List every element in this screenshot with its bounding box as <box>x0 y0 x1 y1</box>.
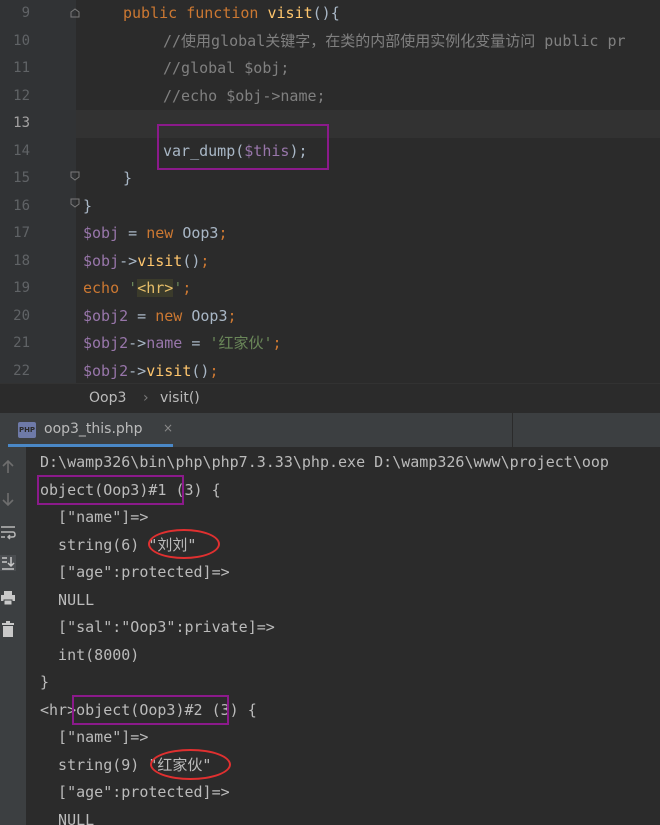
line-number: 19 <box>13 280 30 296</box>
print-icon[interactable] <box>0 590 16 606</box>
code-line: } <box>83 196 93 215</box>
line-number: 16 <box>13 197 30 214</box>
close-icon[interactable]: × <box>163 421 173 435</box>
code-comment: //使用global关键字，在类的内部使用实例化变量访问 public pr <box>163 31 626 50</box>
arrow-up-icon[interactable] <box>0 459 16 475</box>
breadcrumb: Oop3 › visit() <box>0 383 660 414</box>
console-output-line: ["sal":"Oop3":private]=> <box>40 618 275 636</box>
highlight-box <box>157 124 329 170</box>
line-number: 18 <box>13 252 30 269</box>
console-output-line: ["name"]=> <box>40 728 149 746</box>
code-line: $obj2->visit(); <box>83 361 219 380</box>
breadcrumb-class[interactable]: Oop3 <box>89 390 126 406</box>
code-line: $obj->visit(); <box>83 251 210 270</box>
console-output-line: D:\wamp326\bin\php\php7.3.33\php.exe D:\… <box>40 453 609 471</box>
scroll-to-end-icon[interactable] <box>0 555 16 571</box>
line-number: 22 <box>13 362 30 379</box>
code-editor[interactable]: 9 10 11 12 13 14 15 16 17 18 19 20 21 22… <box>0 0 660 383</box>
run-tab-label: oop3_this.php <box>44 421 143 437</box>
breadcrumb-method[interactable]: visit() <box>160 390 200 406</box>
highlight-ellipse <box>148 529 220 559</box>
console-output-line: int(8000) <box>40 645 140 664</box>
line-number: 10 <box>13 32 30 49</box>
php-file-icon: PHP <box>18 422 36 438</box>
arrow-down-icon[interactable] <box>0 491 16 507</box>
soft-wrap-icon[interactable] <box>0 524 16 540</box>
line-number: 9 <box>21 5 30 21</box>
fold-marker-icon[interactable] <box>70 198 80 208</box>
console-output-line: ["age":protected]=> <box>40 783 230 801</box>
run-tool-window-header: PHP oop3_this.php × <box>0 413 660 448</box>
line-number: 11 <box>13 60 30 76</box>
console-output-line: ["name"]=> <box>40 508 149 526</box>
highlight-box <box>72 695 229 725</box>
code-line: public function visit(){ <box>123 4 340 22</box>
code-line: } <box>123 169 133 187</box>
line-number: 15 <box>13 170 30 186</box>
line-number: 21 <box>13 335 30 351</box>
code-line: $obj2->name = '红家伙'; <box>83 334 282 352</box>
line-number-gutter: 9 10 11 12 13 14 15 16 17 18 19 20 21 22 <box>0 0 80 383</box>
line-number: 20 <box>13 307 30 324</box>
fold-marker-icon[interactable] <box>70 171 80 181</box>
console-output-line: NULL <box>40 590 95 609</box>
highlight-box <box>37 475 184 505</box>
highlight-ellipse <box>150 749 231 780</box>
line-number: 17 <box>13 225 30 241</box>
line-number-current: 13 <box>13 115 30 131</box>
console-output-line: NULL <box>40 810 95 825</box>
console-output-line: ["age":protected]=> <box>40 563 230 581</box>
run-tab[interactable]: PHP oop3_this.php × <box>8 413 173 447</box>
run-console[interactable]: D:\wamp326\bin\php\php7.3.33\php.exe D:\… <box>0 447 660 825</box>
breadcrumb-separator-icon: › <box>143 390 149 406</box>
line-number: 12 <box>13 87 30 104</box>
code-line: $obj = new Oop3; <box>83 224 228 242</box>
fold-marker-icon[interactable] <box>70 8 80 18</box>
divider <box>512 413 513 447</box>
line-number: 14 <box>13 142 30 159</box>
console-toolbar <box>0 447 26 825</box>
console-output-line: } <box>40 673 50 691</box>
trash-icon[interactable] <box>0 621 16 637</box>
code-line: echo '<hr>'; <box>83 279 192 297</box>
code-comment: //global $obj; <box>163 59 290 77</box>
code-comment: //echo $obj->name; <box>163 86 326 105</box>
code-line: $obj2 = new Oop3; <box>83 306 237 325</box>
